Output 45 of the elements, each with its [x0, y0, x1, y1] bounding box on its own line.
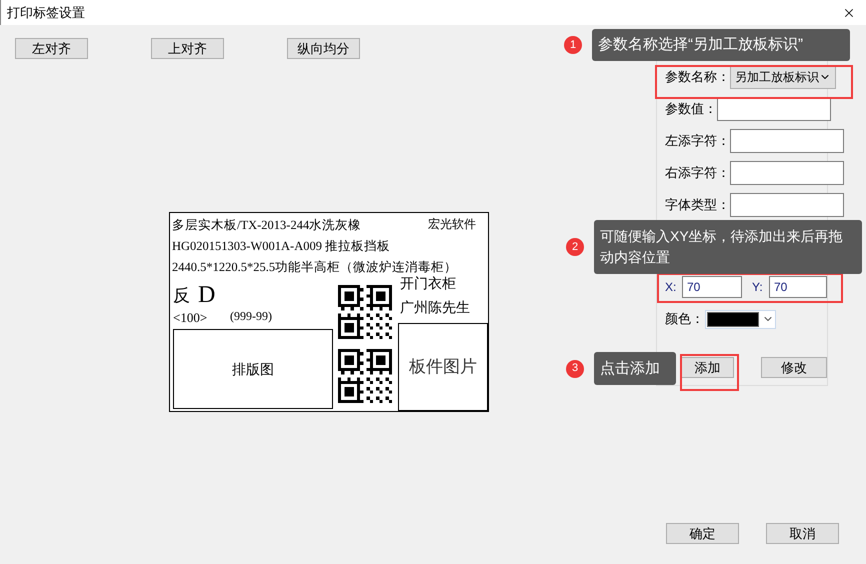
input-field[interactable]: [730, 193, 844, 217]
highlight-frame: [680, 354, 739, 391]
align-button[interactable]: 左对齐: [15, 38, 88, 59]
product-text: 开门衣柜: [400, 274, 456, 293]
brand-text: 宏光软件: [428, 216, 476, 233]
window-title: 打印标签设置: [7, 4, 85, 22]
label-text: 2440.5*1220.5*25.5功能半高柜（微波炉连消毒柜）: [172, 259, 458, 275]
parameter-select[interactable]: 另加工放板标识: [730, 65, 836, 89]
customer-text: 广州陈先生: [400, 298, 470, 317]
field-label: 字体类型：: [665, 196, 730, 214]
field-label: 参数值：: [665, 100, 717, 118]
code-text: (999-99): [230, 308, 272, 325]
y-label: Y:: [751, 279, 764, 296]
x-label: X:: [665, 279, 678, 296]
input-field[interactable]: [730, 129, 844, 153]
callout-tooltip: 点击添加: [594, 352, 676, 385]
align-button[interactable]: 上对齐: [151, 38, 224, 59]
side-text: 反: [173, 285, 190, 307]
callout-tooltip: 可随便输入XY坐标，待添加出来后再拖动内容位置: [594, 220, 862, 274]
field-label: 颜色：: [665, 310, 705, 328]
letter-text: D: [198, 283, 216, 307]
qr-code-icon: [338, 349, 392, 403]
field-label: 右添字符：: [665, 164, 730, 182]
step-number-badge: 3: [566, 360, 584, 378]
image-box: 板件图片: [398, 323, 488, 411]
x-field[interactable]: 70: [682, 276, 742, 298]
align-button[interactable]: 纵向均分: [287, 38, 360, 59]
step-number-badge: 2: [566, 238, 584, 256]
add-button[interactable]: 添加: [681, 357, 734, 378]
step-number-badge: 1: [564, 36, 582, 54]
input-field[interactable]: [730, 161, 844, 185]
ok-button[interactable]: 确定: [666, 523, 739, 544]
cancel-button[interactable]: 取消: [766, 523, 839, 544]
layout-box: 排版图: [173, 329, 333, 409]
callout-tooltip: 参数名称选择“另加工放板标识”: [592, 29, 850, 61]
y-field[interactable]: 70: [769, 276, 827, 298]
field-label: 左添字符：: [665, 132, 730, 150]
input-field[interactable]: [717, 97, 831, 121]
field-label: 参数名称：: [665, 68, 730, 86]
color-picker[interactable]: [705, 310, 776, 328]
qr-code-icon: [338, 285, 392, 339]
label-text: 多层实木板/TX-2013-244水洗灰橡: [172, 217, 362, 233]
modify-button[interactable]: 修改: [760, 357, 827, 378]
count-text: <100>: [173, 309, 208, 327]
label-text: HG020151303-W001A-A009 推拉板挡板: [172, 238, 390, 254]
